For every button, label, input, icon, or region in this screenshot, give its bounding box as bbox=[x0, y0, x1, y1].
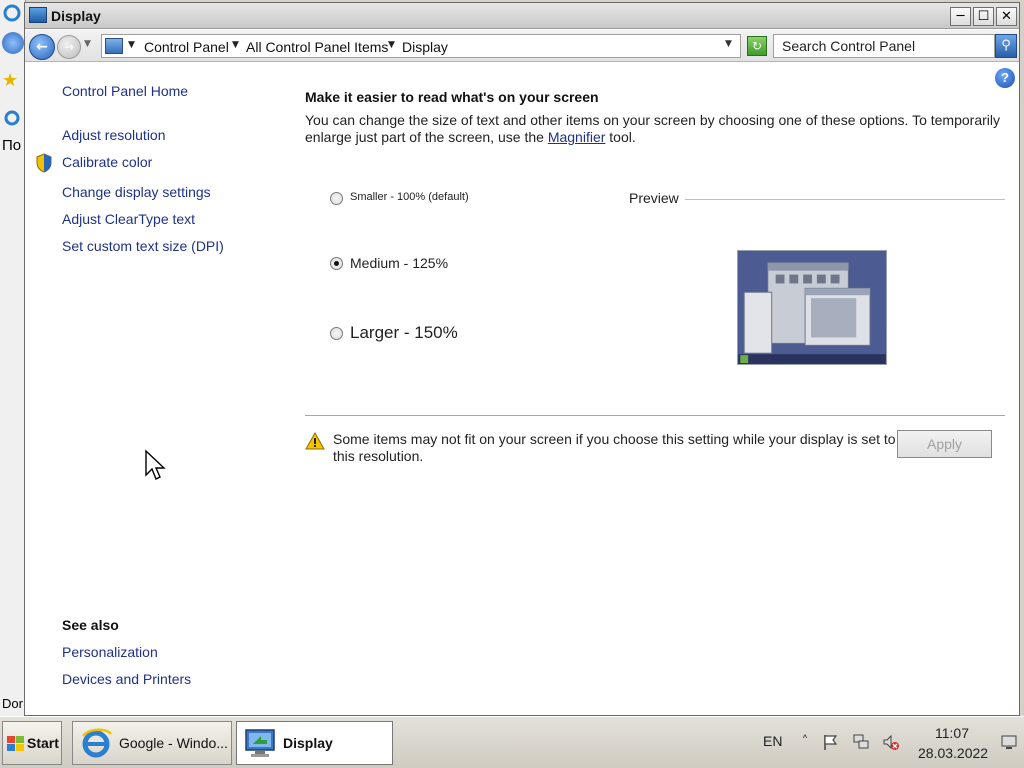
taskbar-item-label: Display bbox=[283, 735, 333, 751]
background-text-bottom: Dor bbox=[2, 696, 23, 711]
radio-medium[interactable] bbox=[330, 257, 343, 270]
title-bar[interactable]: Display ─ ☐ ✕ bbox=[25, 3, 1019, 29]
chevron-down-icon[interactable]: ▼ bbox=[128, 40, 135, 50]
back-arrow-icon[interactable] bbox=[2, 32, 24, 54]
search-input[interactable]: Search Control Panel bbox=[773, 34, 995, 58]
see-also-heading: See also bbox=[62, 617, 119, 633]
network-icon[interactable] bbox=[852, 733, 870, 751]
breadcrumb-display[interactable]: Display bbox=[402, 39, 448, 55]
adjust-resolution-link[interactable]: Adjust resolution bbox=[62, 127, 166, 143]
taskbar-item-label: Google - Windo... bbox=[119, 735, 228, 751]
preview-label: Preview bbox=[629, 190, 679, 206]
page-heading: Make it easier to read what's on your sc… bbox=[305, 89, 599, 105]
address-field[interactable]: ▼ Control Panel ▼ All Control Panel Item… bbox=[101, 34, 741, 58]
clock-date[interactable]: 28.03.2022 bbox=[918, 745, 988, 761]
help-button[interactable]: ? bbox=[995, 68, 1015, 88]
page-description: You can change the size of text and othe… bbox=[305, 112, 1005, 146]
background-ie-window[interactable]: ★ По Dor bbox=[0, 0, 26, 716]
control-panel-icon bbox=[105, 38, 123, 54]
preview-divider bbox=[685, 199, 1005, 200]
chevron-down-icon[interactable]: ▼ bbox=[388, 40, 395, 50]
change-display-settings-link[interactable]: Change display settings bbox=[62, 184, 211, 200]
back-button[interactable]: ← bbox=[29, 34, 55, 60]
refresh-button[interactable]: ↻ bbox=[747, 36, 767, 56]
mouse-cursor-icon bbox=[145, 449, 166, 480]
favorites-star-icon[interactable]: ★ bbox=[2, 70, 22, 91]
option-smaller-label[interactable]: Smaller - 100% (default) bbox=[350, 191, 469, 203]
search-icon[interactable]: ⚲ bbox=[995, 34, 1017, 58]
language-indicator[interactable]: EN bbox=[763, 733, 782, 749]
uac-shield-icon bbox=[36, 153, 52, 173]
display-window-icon bbox=[29, 7, 47, 23]
preview-thumbnail bbox=[737, 250, 887, 365]
breadcrumb-control-panel[interactable]: Control Panel bbox=[144, 39, 229, 55]
maximize-button[interactable]: ☐ bbox=[973, 7, 994, 26]
close-button[interactable]: ✕ bbox=[996, 7, 1017, 26]
option-medium-label[interactable]: Medium - 125% bbox=[350, 255, 448, 271]
apply-button[interactable]: Apply bbox=[897, 430, 992, 458]
recent-pages-chevron-icon[interactable]: ▼ bbox=[84, 39, 91, 49]
warning-message: Some items may not fit on your screen if… bbox=[333, 431, 896, 464]
ie-icon bbox=[3, 4, 21, 22]
personalization-link[interactable]: Personalization bbox=[62, 644, 158, 660]
magnifier-link[interactable]: Magnifier bbox=[548, 129, 606, 145]
taskbar-item-display[interactable]: Display bbox=[236, 721, 393, 765]
breadcrumb-all-items[interactable]: All Control Panel Items bbox=[246, 39, 388, 55]
adjust-cleartype-link[interactable]: Adjust ClearType text bbox=[62, 211, 195, 227]
taskbar-item-google-ie[interactable]: Google - Windo... bbox=[72, 721, 232, 765]
address-dropdown-icon[interactable]: ▼ bbox=[725, 39, 732, 49]
window-title: Display bbox=[51, 8, 101, 24]
chevron-down-icon[interactable]: ▼ bbox=[232, 40, 239, 50]
display-window: Display ─ ☐ ✕ ← → ▼ ▼ Control Panel ▼ Al… bbox=[24, 2, 1020, 716]
calibrate-color-link[interactable]: Calibrate color bbox=[62, 154, 152, 170]
clock-time[interactable]: 11:07 bbox=[935, 725, 969, 741]
show-desktop-icon[interactable] bbox=[1000, 733, 1018, 751]
taskbar: Start Google - Windo... Display EN ˄ 11:… bbox=[0, 716, 1024, 768]
description-text-2: tool. bbox=[605, 129, 636, 145]
volume-muted-icon[interactable] bbox=[882, 733, 900, 751]
windows-logo-icon bbox=[7, 736, 24, 751]
set-custom-dpi-link[interactable]: Set custom text size (DPI) bbox=[62, 238, 224, 254]
radio-larger[interactable] bbox=[330, 327, 343, 340]
description-text-1: You can change the size of text and othe… bbox=[305, 112, 1000, 145]
background-text-top: По bbox=[2, 137, 22, 154]
control-panel-home-link[interactable]: Control Panel Home bbox=[62, 83, 188, 99]
start-button[interactable]: Start bbox=[2, 721, 62, 765]
ie-tab-icon bbox=[4, 110, 20, 126]
forward-button[interactable]: → bbox=[57, 35, 81, 59]
action-center-flag-icon[interactable] bbox=[822, 733, 840, 751]
section-divider bbox=[305, 415, 1005, 416]
show-hidden-icons-icon[interactable]: ˄ bbox=[796, 733, 814, 751]
warning-icon bbox=[305, 432, 325, 450]
devices-printers-link[interactable]: Devices and Printers bbox=[62, 671, 191, 687]
start-label: Start bbox=[27, 735, 59, 751]
minimize-button[interactable]: ─ bbox=[950, 7, 971, 26]
ie-icon bbox=[82, 728, 113, 758]
address-bar: ← → ▼ ▼ Control Panel ▼ All Control Pane… bbox=[25, 30, 1019, 62]
option-larger-label[interactable]: Larger - 150% bbox=[350, 323, 458, 343]
radio-smaller[interactable] bbox=[330, 192, 343, 205]
display-icon bbox=[245, 729, 275, 757]
